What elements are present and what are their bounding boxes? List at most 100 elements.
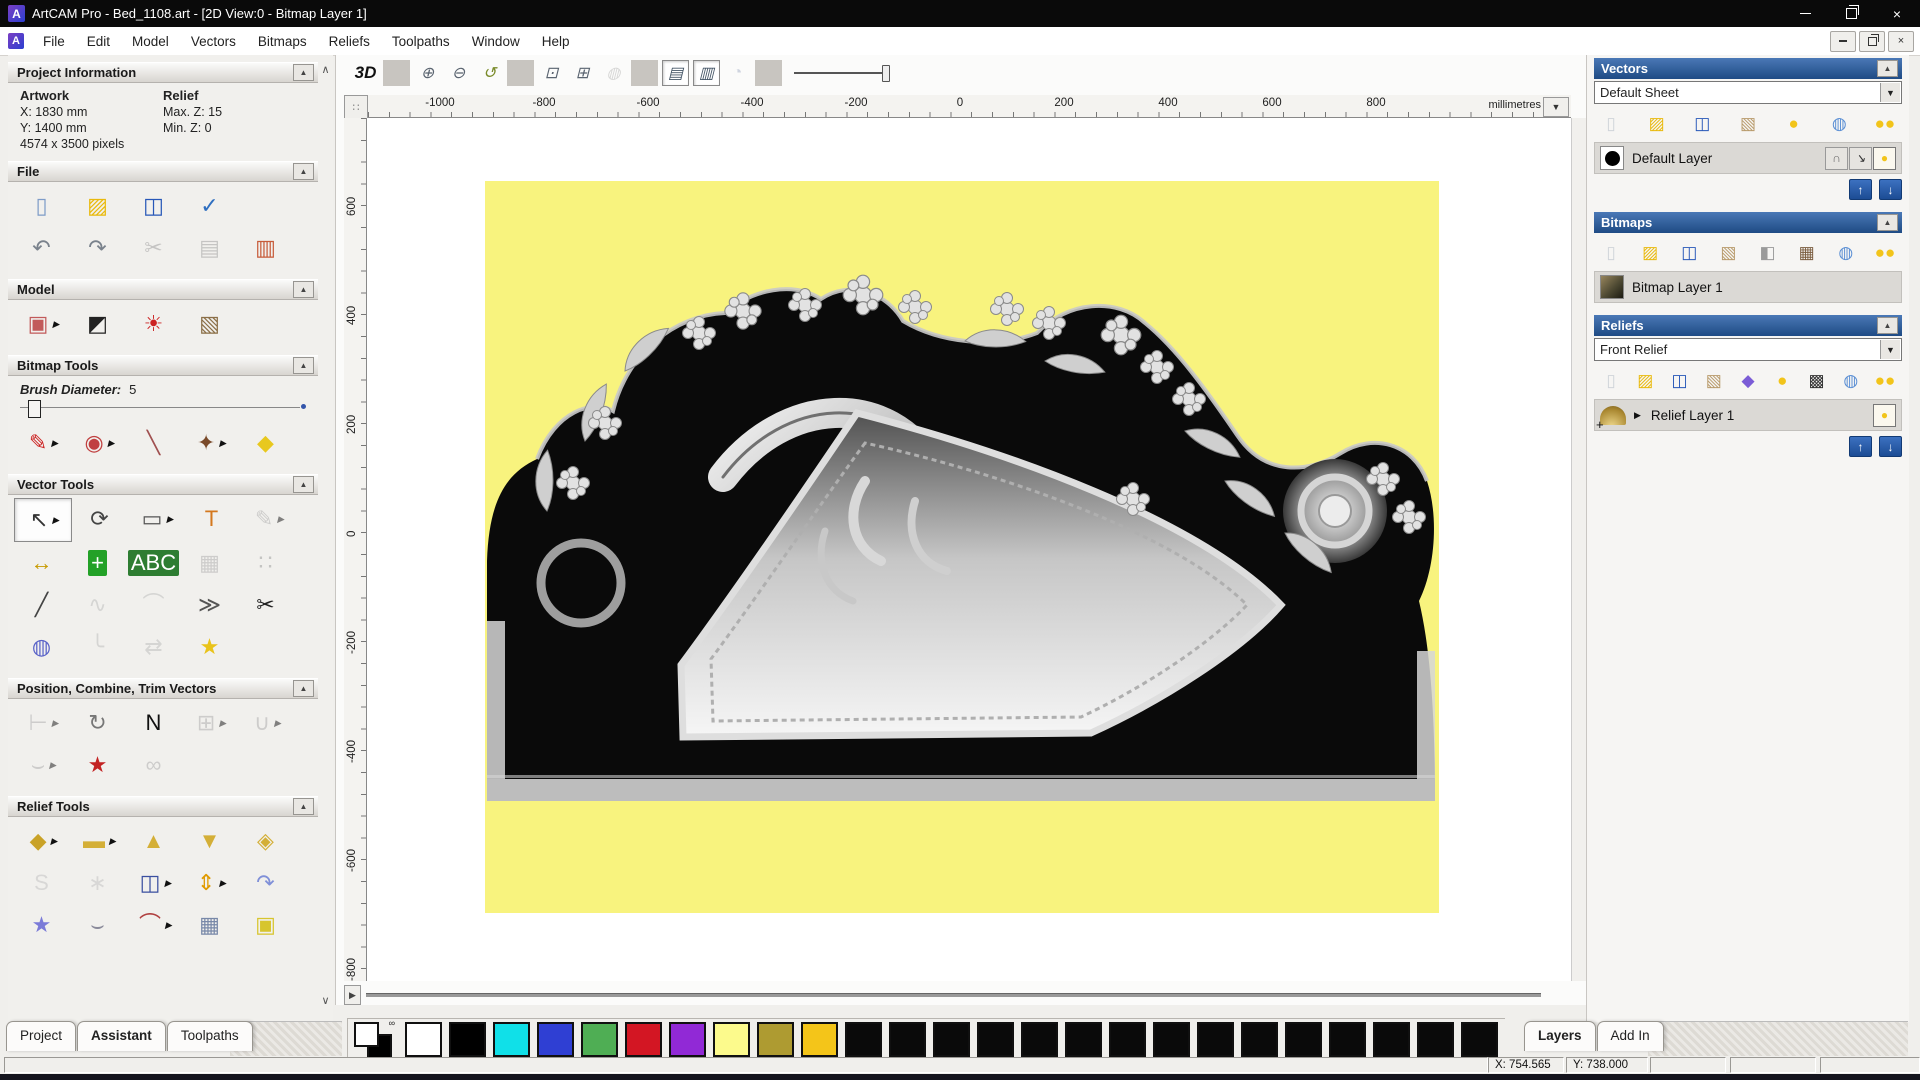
palette-swatch[interactable]: [713, 1022, 750, 1057]
new-bitmap-layer[interactable]: ▯: [1595, 239, 1627, 265]
palette-swatch[interactable]: [625, 1022, 662, 1057]
mirror-vectors[interactable]: ⇄: [126, 626, 182, 668]
transform-vectors[interactable]: ⟳: [72, 498, 128, 540]
offset-relief[interactable]: ◫▶: [126, 862, 182, 904]
drawing-viewport[interactable]: [367, 118, 1571, 981]
scroll-up-icon[interactable]: ∧: [318, 61, 333, 77]
palette-swatch[interactable]: [1021, 1022, 1058, 1057]
palette-swatch[interactable]: [1285, 1022, 1322, 1057]
tab-layers[interactable]: Layers: [1524, 1021, 1596, 1051]
vector-layer-row[interactable]: Default Layer ∩↘●: [1594, 142, 1902, 174]
cut[interactable]: ✂: [126, 227, 182, 269]
brush-diameter-slider[interactable]: [20, 399, 306, 417]
mdi-restore-button[interactable]: [1859, 31, 1885, 52]
link-colours-icon[interactable]: ∞: [389, 1018, 395, 1028]
dropdown-icon[interactable]: ▼: [1880, 340, 1900, 359]
bitmap-layer-row[interactable]: Bitmap Layer 1: [1594, 271, 1902, 303]
move-layer-down-button[interactable]: ↓: [1879, 436, 1902, 457]
menu-item[interactable]: Window: [461, 30, 531, 53]
toggle-all-vector-layers[interactable]: ●●: [1869, 110, 1901, 136]
join-vectors[interactable]: ⌣▶: [14, 744, 70, 786]
wrap-text-on-curve[interactable]: ↻: [70, 702, 126, 744]
palette-swatch[interactable]: [449, 1022, 486, 1057]
move-layer-up-button[interactable]: ↑: [1849, 436, 1872, 457]
zoom-fit[interactable]: ⊞: [569, 60, 596, 86]
relief-layer-row[interactable]: + ▶ Relief Layer 1 ●: [1594, 399, 1902, 431]
relief-preview[interactable]: ◔: [724, 60, 751, 86]
menu-item[interactable]: Edit: [76, 30, 121, 53]
move-layer-down-button[interactable]: ↓: [1879, 179, 1902, 200]
delete-bitmap-layer[interactable]: ◍: [1830, 239, 1862, 265]
palette-swatch[interactable]: [889, 1022, 926, 1057]
primary-secondary-colours[interactable]: ∞: [353, 1021, 397, 1057]
zoom-previous[interactable]: ↺: [476, 60, 503, 86]
palette-swatch[interactable]: [1461, 1022, 1498, 1057]
palette-swatch[interactable]: [1329, 1022, 1366, 1057]
tab-assistant[interactable]: Assistant: [77, 1021, 166, 1051]
weld-vectors[interactable]: ∪▶: [238, 702, 294, 744]
layer-name[interactable]: Relief Layer 1: [1651, 408, 1734, 423]
collapse-section-button[interactable]: ▲: [293, 163, 314, 180]
open-relief-layers[interactable]: ▨: [1629, 367, 1661, 393]
fade-vectors[interactable]: ✎▶: [240, 498, 296, 540]
flood-fill[interactable]: ◉▶: [70, 422, 126, 464]
palette-swatch[interactable]: [1417, 1022, 1454, 1057]
new-relief-layer[interactable]: ▯: [1595, 367, 1627, 393]
freehand-draw[interactable]: ∿: [70, 584, 126, 626]
save-relief-layers[interactable]: ◫: [1664, 367, 1696, 393]
zoom-out[interactable]: ⊖: [445, 60, 472, 86]
palette-swatch[interactable]: [1065, 1022, 1102, 1057]
toggle-bitmap-view[interactable]: ▤: [662, 60, 689, 86]
node-editing[interactable]: +: [70, 542, 126, 584]
layer-name[interactable]: Default Layer: [1632, 151, 1712, 166]
sculpt-relief[interactable]: ▄: [14, 946, 70, 967]
ruler-unit-dropdown[interactable]: ▼: [1543, 97, 1569, 117]
collapse-panel-button[interactable]: ▲: [1877, 214, 1898, 231]
collapse-section-button[interactable]: ▲: [293, 680, 314, 697]
envelope-relief[interactable]: ⌣: [70, 904, 126, 946]
move-layer-up-button[interactable]: ↑: [1849, 179, 1872, 200]
open-vector-layers[interactable]: ▨: [1641, 110, 1673, 136]
nesting[interactable]: N: [126, 702, 182, 744]
zoom-box[interactable]: ⊡: [538, 60, 565, 86]
paste[interactable]: ▥: [238, 227, 294, 269]
create-dome[interactable]: ◍: [14, 626, 70, 668]
measure-tool[interactable]: ↔: [14, 542, 70, 584]
toggle-vector-view[interactable]: ▥: [693, 60, 720, 86]
collapse-section-button[interactable]: ▲: [293, 798, 314, 815]
palette-swatch[interactable]: [757, 1022, 794, 1057]
primary-colour[interactable]: [354, 1022, 379, 1047]
save-model[interactable]: ◫: [126, 185, 182, 227]
basket-weave[interactable]: ▄: [70, 946, 126, 967]
menu-item[interactable]: File: [32, 30, 76, 53]
greyscale-preview[interactable]: ▩: [1801, 367, 1833, 393]
merge-relief-layers[interactable]: ▧: [1698, 367, 1730, 393]
minimize-button[interactable]: [1782, 0, 1828, 27]
save-vector-layers[interactable]: ◫: [1686, 110, 1718, 136]
smooth-relief[interactable]: S: [14, 862, 70, 904]
tab-toolpaths[interactable]: Toolpaths: [167, 1021, 253, 1051]
bitmap-preview[interactable]: ▦: [1791, 239, 1823, 265]
dome-relief[interactable]: ▄: [126, 946, 182, 967]
slider-handle[interactable]: [882, 65, 890, 82]
layer-visible-bulb[interactable]: ●: [1873, 147, 1896, 170]
palette-swatch[interactable]: [405, 1022, 442, 1057]
menu-item[interactable]: Help: [531, 30, 581, 53]
delete-relief-layer[interactable]: ◍: [1835, 367, 1867, 393]
ruler-origin-button[interactable]: ∷: [344, 95, 368, 119]
relief-visible-bulb[interactable]: ●: [1873, 404, 1896, 427]
new-vector-layer[interactable]: ▯: [1595, 110, 1627, 136]
select-vectors[interactable]: ↖▶: [14, 498, 72, 542]
palette-swatch[interactable]: [1373, 1022, 1410, 1057]
collapse-panel-button[interactable]: ▲: [1877, 60, 1898, 77]
menu-item[interactable]: Model: [121, 30, 180, 53]
collapse-panel-button[interactable]: ▲: [1877, 317, 1898, 334]
collapse-section-button[interactable]: ▲: [293, 357, 314, 374]
sheet-select[interactable]: Default Sheet ▼: [1594, 81, 1902, 104]
interlock-vectors[interactable]: ∞: [126, 744, 182, 786]
palette-swatch[interactable]: [1197, 1022, 1234, 1057]
save-bitmap-layers[interactable]: ◫: [1673, 239, 1705, 265]
vector-doctor[interactable]: ★: [182, 626, 238, 668]
weave-relief[interactable]: ∗: [70, 862, 126, 904]
bitmap-selection[interactable]: ◆: [238, 422, 294, 464]
